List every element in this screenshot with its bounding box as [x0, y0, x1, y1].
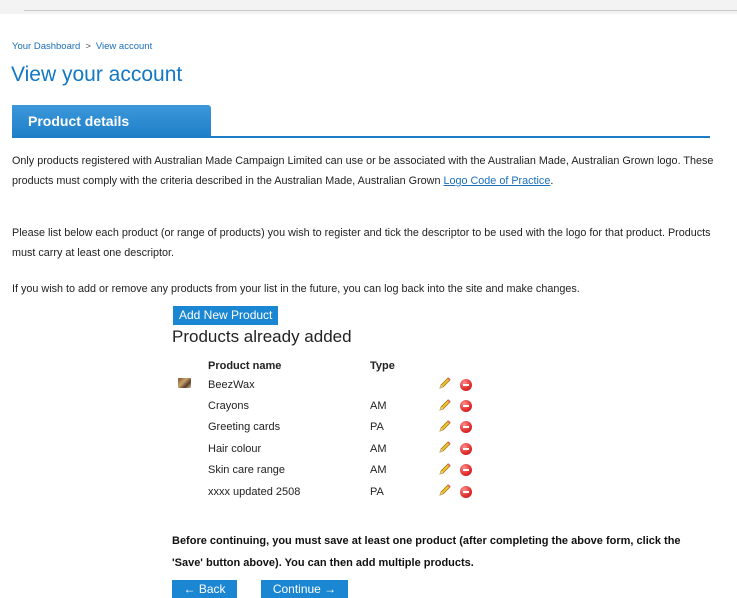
- product-name: Skin care range: [208, 464, 286, 477]
- intro-paragraph-1-end: .: [550, 175, 554, 187]
- product-actions: [436, 481, 496, 502]
- delete-circle-icon[interactable]: [460, 442, 472, 455]
- product-thumbnail: [178, 378, 191, 389]
- pencil-icon[interactable]: [438, 462, 452, 479]
- table-header-actions: [436, 357, 496, 374]
- product-type: AM: [370, 464, 387, 477]
- product-type: PA: [370, 485, 384, 498]
- add-new-product-button[interactable]: Add New Product: [173, 306, 279, 325]
- products-table: Product name Type BeezWax Crayons AM Greeti…: [172, 357, 496, 502]
- tab-product-details: Product details: [12, 105, 211, 138]
- delete-circle-icon[interactable]: [460, 421, 472, 434]
- product-name: Greeting cards: [208, 421, 281, 434]
- intro-paragraph-2: Please list below each product (or range…: [12, 227, 711, 259]
- table-header-icon: [172, 357, 208, 374]
- product-actions: [436, 460, 496, 481]
- table-header-name: Product name: [208, 359, 282, 372]
- table-header-type: Type: [370, 359, 395, 372]
- save-notice: Before continuing, you must save at leas…: [172, 535, 681, 569]
- breadcrumb-dashboard-link[interactable]: Your Dashboard: [12, 41, 80, 52]
- product-thumb-cell: [172, 438, 208, 459]
- top-bar: [0, 0, 737, 14]
- breadcrumb-current-link[interactable]: View account: [96, 41, 152, 52]
- product-thumb-cell: [172, 395, 208, 416]
- table-row: Greeting cards PA: [172, 417, 496, 438]
- product-type: PA: [370, 421, 384, 434]
- product-thumb-cell: [172, 417, 208, 438]
- continue-button[interactable]: Continue →: [261, 580, 348, 598]
- pencil-icon[interactable]: [438, 376, 452, 393]
- products-heading: Products already added: [172, 327, 352, 346]
- product-name: Crayons: [208, 400, 249, 413]
- back-button[interactable]: ← Back: [172, 580, 237, 598]
- delete-circle-icon[interactable]: [460, 464, 472, 477]
- delete-circle-icon[interactable]: [460, 400, 472, 413]
- product-actions: [436, 417, 496, 438]
- breadcrumb-separator: >: [85, 41, 91, 52]
- product-actions: [436, 374, 496, 395]
- product-name: Hair colour: [208, 442, 262, 455]
- table-row: xxxx updated 2508 PA: [172, 481, 496, 502]
- breadcrumb: Your Dashboard > View account: [12, 41, 152, 52]
- product-actions: [436, 395, 496, 416]
- pencil-icon[interactable]: [438, 419, 452, 436]
- page-title: View your account: [11, 63, 183, 86]
- product-thumb-cell: [172, 374, 208, 395]
- pencil-icon[interactable]: [438, 440, 452, 457]
- product-actions: [436, 438, 496, 459]
- intro-paragraph-1-text: Only products registered with Australian…: [12, 155, 714, 187]
- pencil-icon[interactable]: [438, 483, 452, 500]
- product-thumb-cell: [172, 481, 208, 502]
- product-type: [370, 374, 436, 395]
- intro-paragraph-1: Only products registered with Australian…: [12, 151, 717, 191]
- pencil-icon[interactable]: [438, 398, 452, 415]
- table-row: Hair colour AM: [172, 438, 496, 459]
- product-thumb-cell: [172, 460, 208, 481]
- product-type: AM: [370, 442, 387, 455]
- top-bar-line: [24, 10, 737, 11]
- intro-paragraph-3: If you wish to add or remove any product…: [12, 283, 580, 295]
- table-header-row: Product name Type: [172, 357, 496, 374]
- table-row: Crayons AM: [172, 395, 496, 416]
- table-row: BeezWax: [172, 374, 496, 395]
- delete-circle-icon[interactable]: [460, 378, 472, 391]
- tab-product-details-label: Product details: [28, 113, 130, 129]
- product-type: AM: [370, 400, 387, 413]
- section-divider: [12, 136, 710, 138]
- logo-code-of-practice-link[interactable]: Logo Code of Practice: [443, 175, 550, 187]
- delete-circle-icon[interactable]: [460, 485, 472, 498]
- product-name: BeezWax: [208, 378, 255, 391]
- product-name: xxxx updated 2508: [208, 485, 301, 498]
- table-row: Skin care range AM: [172, 460, 496, 481]
